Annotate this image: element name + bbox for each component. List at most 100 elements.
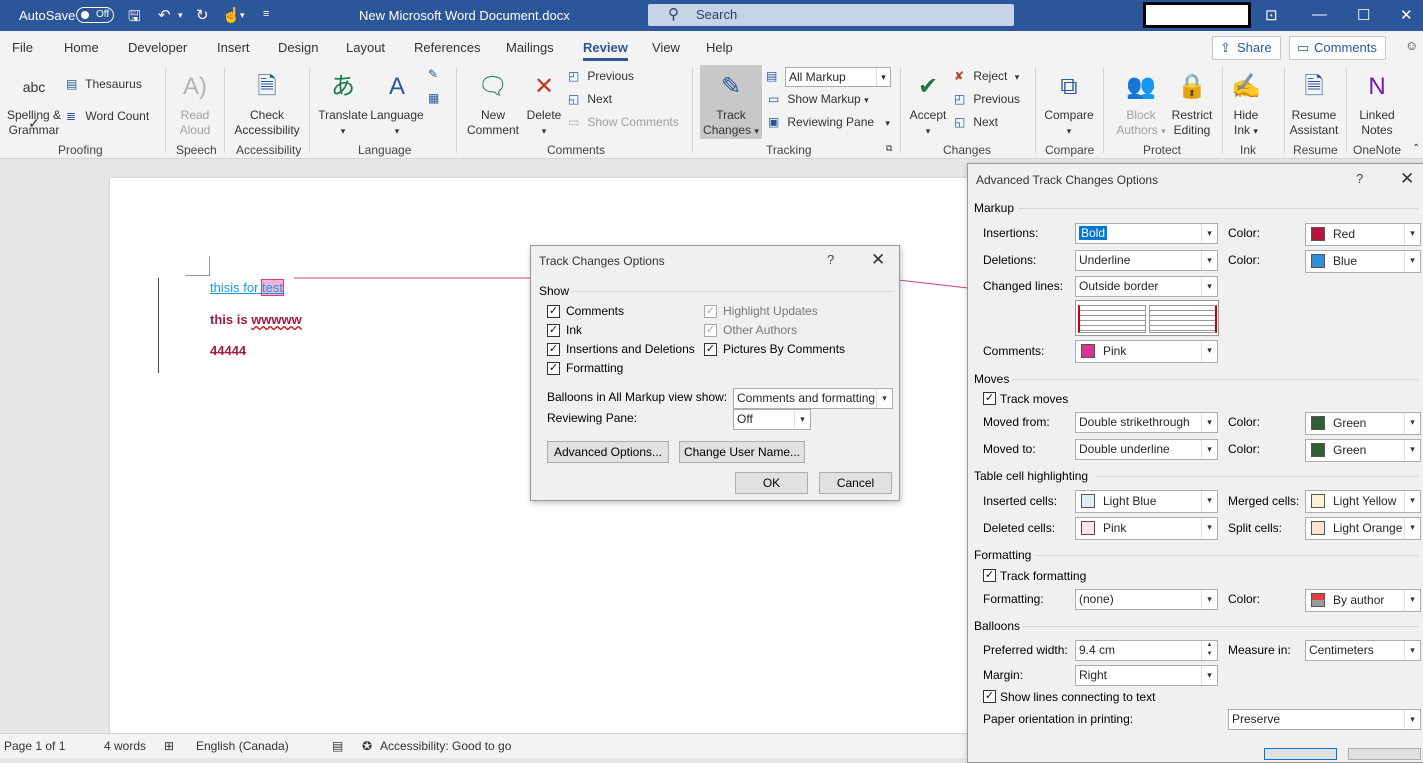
restrict-editing-button[interactable]: 🔒 Restrict Editing — [1166, 69, 1218, 138]
new-comment-button[interactable]: 🗨 New Comment — [462, 69, 524, 138]
tracking-dialog-launcher-icon[interactable]: ⧉ — [886, 143, 892, 154]
advanced-ok-button[interactable] — [1264, 748, 1337, 760]
inserted-cells-select[interactable]: Light Blue ▾ — [1075, 490, 1218, 513]
tab-review[interactable]: Review — [583, 40, 628, 61]
tab-references[interactable]: References — [414, 40, 480, 55]
insertions-select[interactable]: Bold ▾ — [1075, 223, 1218, 244]
advanced-cancel-button[interactable] — [1348, 748, 1421, 760]
previous-comment-button[interactable]: ◰ Previous — [568, 69, 634, 83]
comments-color-select[interactable]: Pink ▾ — [1075, 340, 1218, 363]
hide-ink-button[interactable]: ✍ Hide Ink ▾ — [1226, 69, 1266, 139]
word-count[interactable]: 4 words — [104, 739, 146, 753]
customize-toolbar-icon[interactable]: ≡ — [263, 8, 269, 20]
check-accessibility-button[interactable]: 🗎 Check Accessibility — [230, 69, 304, 138]
account-box[interactable] — [1143, 2, 1251, 28]
track-moves-checkbox[interactable]: ✓ — [983, 392, 996, 405]
maximize-icon[interactable]: ☐ — [1357, 6, 1370, 24]
deletions-color-select[interactable]: Blue ▾ — [1305, 250, 1421, 273]
undo-icon[interactable]: ↶ — [158, 6, 171, 24]
translate-button[interactable]: あ Translate ▾ — [316, 69, 370, 139]
language-extra-icon-2[interactable]: ▦ — [428, 91, 444, 105]
spelling-grammar-button[interactable]: abc ✓ Spelling & Grammar — [4, 69, 64, 138]
redo-icon[interactable]: ↻ — [196, 6, 209, 24]
markup-select[interactable]: All Markup ▾ — [785, 67, 891, 87]
reviewing-pane-select[interactable]: Off ▾ — [733, 409, 811, 430]
language-extra-icon[interactable]: ✎ — [428, 67, 444, 81]
previous-change-button[interactable]: ◰ Previous — [954, 92, 1020, 106]
minimize-icon[interactable]: — — [1312, 6, 1327, 23]
paper-orientation-select[interactable]: Preserve ▾ — [1228, 709, 1421, 730]
proofing-status-icon[interactable]: ⊞ — [164, 739, 174, 753]
moved-to-select[interactable]: Double underline ▾ — [1075, 439, 1218, 460]
language-status[interactable]: English (Canada) — [196, 739, 289, 753]
accessibility-status[interactable]: Accessibility: Good to go — [380, 739, 511, 753]
track-changes-button[interactable]: ✎ Track Changes ▾ — [700, 65, 762, 139]
other-authors-checkbox[interactable]: ✓ — [704, 324, 717, 337]
formatting-checkbox[interactable]: ✓ — [547, 362, 560, 375]
search-input[interactable]: ⚲ Search — [648, 4, 1014, 26]
insertions-color-select[interactable]: Red ▾ — [1305, 223, 1421, 246]
page-count[interactable]: Page 1 of 1 — [4, 739, 65, 753]
spinner-icon[interactable]: ▲ ▼ — [1201, 641, 1217, 660]
deleted-cells-select[interactable]: Pink ▾ — [1075, 517, 1218, 540]
balloons-select[interactable]: Comments and formatting ▾ — [733, 388, 893, 409]
margin-select[interactable]: Right ▾ — [1075, 665, 1218, 686]
share-button[interactable]: ⇪ Share — [1212, 36, 1281, 60]
accept-button[interactable]: ✔ Accept ▾ — [904, 69, 952, 139]
next-comment-button[interactable]: ◱ Next — [568, 92, 612, 106]
autosave-toggle[interactable]: Off — [76, 7, 114, 23]
formatting-color-select[interactable]: By author ▾ — [1305, 589, 1421, 612]
tab-layout[interactable]: Layout — [346, 40, 385, 55]
track-changes-status-icon[interactable]: ▤ — [332, 739, 343, 753]
touch-dropdown-icon[interactable]: ▾ — [240, 10, 245, 21]
delete-comment-button[interactable]: ✕ Delete ▾ — [522, 69, 566, 139]
highlight-updates-checkbox[interactable]: ✓ — [704, 305, 717, 318]
measure-in-select[interactable]: Centimeters ▾ — [1305, 640, 1421, 661]
thesaurus-button[interactable]: ▤ Thesaurus — [66, 77, 142, 91]
show-lines-checkbox[interactable]: ✓ — [983, 690, 996, 703]
moved-from-color-select[interactable]: Green ▾ — [1305, 412, 1421, 435]
split-cells-select[interactable]: Light Orange ▾ — [1305, 517, 1421, 540]
compare-button[interactable]: ⧉ Compare ▾ — [1040, 69, 1098, 139]
show-comments-button[interactable]: ▭ Show Comments — [568, 115, 679, 129]
reviewing-pane-button[interactable]: ▣ Reviewing Pane ▾ — [768, 115, 890, 129]
touch-mode-icon[interactable]: ☝ — [222, 6, 241, 24]
advanced-options-button[interactable]: Advanced Options... — [547, 441, 669, 463]
change-user-name-button[interactable]: Change User Name... — [679, 441, 805, 463]
deletions-select[interactable]: Underline ▾ — [1075, 250, 1218, 271]
tab-home[interactable]: Home — [64, 40, 99, 55]
close-icon[interactable]: ✕ — [1400, 6, 1413, 24]
formatting-select[interactable]: (none) ▾ — [1075, 589, 1218, 610]
linked-notes-button[interactable]: N Linked Notes — [1350, 69, 1404, 138]
comments-checkbox[interactable]: ✓ — [547, 305, 560, 318]
tab-mailings[interactable]: Mailings — [506, 40, 554, 55]
language-button[interactable]: A Language ▾ — [368, 69, 426, 139]
help-icon[interactable]: ? — [1356, 171, 1363, 186]
help-icon[interactable]: ? — [827, 252, 834, 267]
tab-view[interactable]: View — [652, 40, 680, 55]
undo-dropdown-icon[interactable]: ▾ — [178, 10, 183, 21]
next-change-button[interactable]: ◱ Next — [954, 115, 998, 129]
collapse-ribbon-icon[interactable]: ⌃ — [1412, 143, 1420, 154]
comments-button[interactable]: ▭ Comments — [1289, 36, 1386, 60]
ok-button[interactable]: OK — [735, 472, 808, 494]
save-icon[interactable]: 🖫 — [128, 6, 141, 31]
merged-cells-select[interactable]: Light Yellow ▾ — [1305, 490, 1421, 513]
changed-lines-select[interactable]: Outside border ▾ — [1075, 276, 1218, 297]
block-authors-button[interactable]: 👥 Block Authors ▾ — [1110, 69, 1172, 139]
insertions-deletions-checkbox[interactable]: ✓ — [547, 343, 560, 356]
ink-checkbox[interactable]: ✓ — [547, 324, 560, 337]
moved-from-select[interactable]: Double strikethrough ▾ — [1075, 412, 1218, 433]
tab-insert[interactable]: Insert — [217, 40, 250, 55]
ribbon-display-icon[interactable]: ⊡ — [1265, 6, 1278, 24]
pictures-by-comments-checkbox[interactable]: ✓ — [704, 343, 717, 356]
tab-developer[interactable]: Developer — [128, 40, 187, 55]
reject-button[interactable]: ✘ Reject ▾ — [954, 69, 1019, 83]
tab-help[interactable]: Help — [706, 40, 733, 55]
preferred-width-input[interactable]: 9.4 cm ▲ ▼ — [1075, 640, 1218, 661]
tab-design[interactable]: Design — [278, 40, 318, 55]
close-icon[interactable]: ✕ — [871, 250, 885, 270]
resume-assistant-button[interactable]: 🗎 Resume Assistant — [1286, 69, 1342, 138]
show-markup-button[interactable]: ▭ Show Markup ▾ — [768, 92, 869, 106]
moved-to-color-select[interactable]: Green ▾ — [1305, 439, 1421, 462]
